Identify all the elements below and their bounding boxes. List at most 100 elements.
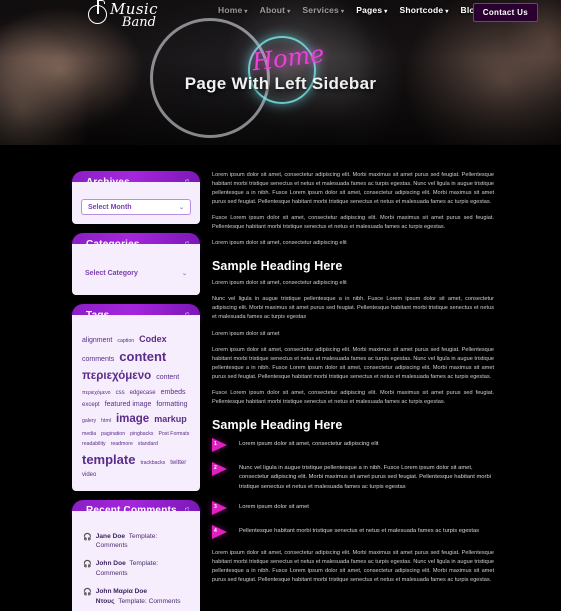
chevron-down-icon: ▾ <box>287 8 291 15</box>
list-item-text: Lorem ipsum dolor sit amet <box>239 504 309 511</box>
tag-link[interactable]: formatting <box>156 400 187 409</box>
recent-comment-text: Jane Doe Template: Comments <box>96 532 189 552</box>
tag-link[interactable]: template <box>82 451 135 469</box>
tag-link[interactable]: caption <box>117 338 134 345</box>
tag-link[interactable]: readability <box>82 441 106 448</box>
tag-link[interactable]: περιεχόμενο <box>82 369 151 385</box>
chevron-down-icon: ⌄ <box>178 204 184 211</box>
section-one-paragraph-1: Lorem ipsum dolor sit amet, consectetur … <box>212 280 347 287</box>
tag-link[interactable]: readmore <box>111 441 133 448</box>
closing-paragraph: Lorem ipsum dolor sit amet, consectetur … <box>212 550 494 584</box>
tag-link[interactable]: edgecase <box>130 389 156 397</box>
nav-item-shortcode[interactable]: Shortcode ▾ <box>399 5 448 15</box>
tag-link[interactable]: pingbacks <box>130 431 153 438</box>
headphones-icon: 🎧 <box>83 533 92 541</box>
tag-link[interactable]: markup <box>154 413 187 425</box>
widget-tags: Tags ♫ alignmentcaptionCodexcommentscont… <box>72 304 200 491</box>
section-two-heading: Sample Heading Here <box>212 417 343 432</box>
nav-item-home-label: Home <box>218 5 243 15</box>
play-triangle-icon: 4 <box>212 525 229 540</box>
widget-categories: Categories ♫ Select Category ⌄ <box>72 233 200 295</box>
page-title: Page With Left Sidebar <box>184 74 377 93</box>
headphones-icon: 🎧 <box>83 561 92 569</box>
archives-select-month-dropdown[interactable]: Select Month ⌄ <box>81 199 191 215</box>
play-triangle-icon: 3 <box>212 501 229 516</box>
tag-link[interactable]: galery <box>82 418 96 425</box>
recent-comment-author: Jane Doe <box>95 532 126 540</box>
recent-comment-target: Template: Comments <box>114 598 181 606</box>
nav-item-pages[interactable]: Pages ▾ <box>356 5 387 15</box>
intro-paragraph-2: Fusce Lorem ipsum dolor sit amet, consec… <box>212 215 494 231</box>
contact-us-button[interactable]: Contact Us <box>472 3 538 22</box>
tag-link[interactable]: content <box>119 348 166 366</box>
recent-comment-item[interactable]: 🎧 John Μαρία Doe Ντους Template: Comments <box>81 583 191 611</box>
tag-link[interactable]: html <box>101 418 111 425</box>
categories-select-dropdown[interactable]: Select Category ⌄ <box>81 265 191 281</box>
site-logo[interactable]: Music Band <box>88 0 158 30</box>
tag-link[interactable]: Codex <box>139 333 167 345</box>
section-two-list: 1 Lorem ipsum dolor sit amet, consectetur… <box>212 437 494 540</box>
chevron-down-icon: ⌄ <box>181 270 187 277</box>
list-item-text: Lorem ipsum dolor sit amet, consectetur … <box>239 440 379 447</box>
tag-link[interactable]: video <box>82 471 96 479</box>
list-item-number: 4 <box>214 528 217 535</box>
recent-comment-text: John Μαρία Doe Ντους Template: Comments <box>96 587 189 607</box>
main-content: Lorem ipsum dolor sit amet, consectetur … <box>212 171 494 592</box>
section-one-heading: Sample Heading Here <box>212 259 343 274</box>
tag-link[interactable]: embeds <box>161 388 186 397</box>
list-item: 1 Lorem ipsum dolor sit amet, consectetur… <box>212 437 494 453</box>
chevron-down-icon: ▾ <box>445 8 449 15</box>
intro-paragraph-3: Lorem ipsum dolor sit amet, consectetur … <box>212 240 347 247</box>
tag-link[interactable]: alignment <box>82 336 112 345</box>
chevron-down-icon: ▾ <box>384 8 388 15</box>
tag-link[interactable]: περιεχόμενο <box>82 390 111 397</box>
nav-links: Home ▾ About ▾ Services ▾ Pages ▾ Shortc… <box>218 5 490 15</box>
tag-link[interactable]: css <box>116 389 125 397</box>
list-item: 2 Nunc vel ligula in augue tristique pell… <box>212 461 494 492</box>
nav-item-services-label: Services <box>302 5 339 15</box>
widget-categories-body: Select Category ⌄ <box>72 244 200 295</box>
tag-link[interactable]: pagination <box>101 431 125 438</box>
tag-link[interactable]: except <box>82 401 100 409</box>
list-item: 3 Lorem ipsum dolor sit amet <box>212 501 494 516</box>
hero-banner: Music Band Home ▾ About ▾ Services ▾ Pag… <box>0 0 561 145</box>
play-triangle-icon: 1 <box>212 437 229 453</box>
tag-link[interactable]: image <box>116 412 149 428</box>
tag-link[interactable]: Post Formats <box>158 431 189 438</box>
list-item-number: 2 <box>214 464 217 471</box>
headphones-icon: 🎧 <box>83 589 92 597</box>
tag-cloud: alignment caption Codex comments content περι… <box>80 331 192 484</box>
widget-archives: Archives ♫ Select Month ⌄ <box>72 171 200 224</box>
nav-item-about[interactable]: About ▾ <box>260 5 291 15</box>
logo-text: Music Band <box>110 1 158 30</box>
music-note-icon <box>88 0 107 24</box>
section-one-paragraph-3: Lorem ipsum dolor sit amet <box>212 330 280 337</box>
nav-item-about-label: About <box>259 5 286 15</box>
widget-archives-body: Select Month ⌄ <box>72 182 200 224</box>
tag-link[interactable]: media <box>82 431 96 438</box>
nav-item-home[interactable]: Home ▾ <box>218 5 248 15</box>
tag-link[interactable]: standard <box>138 441 158 448</box>
widget-tags-body: alignment caption Codex comments content περι… <box>72 315 200 491</box>
recent-comment-item[interactable]: 🎧 Jane Doe Template: Comments <box>81 528 191 556</box>
list-item-text: Nunc vel ligula in augue tristique pelle… <box>239 464 491 490</box>
tag-link[interactable]: comments <box>82 355 114 364</box>
tag-link[interactable]: featured image <box>105 400 152 409</box>
recent-comment-item[interactable]: 🎧 John Doe Template: Comments <box>81 555 191 583</box>
chevron-down-icon: ▾ <box>340 8 345 15</box>
tag-link[interactable]: content <box>156 373 179 382</box>
page-body: Archives ♫ Select Month ⌄ Categories ♫ <box>0 145 561 611</box>
section-one-paragraph-5: Fusce Lorem ipsum dolor sit amet, consec… <box>212 389 494 405</box>
categories-select-value: Select Category <box>85 269 138 277</box>
tag-link[interactable]: twitter <box>170 459 186 467</box>
section-one-paragraph-2: Nunc vel ligula in augue tristique pelle… <box>212 296 494 321</box>
list-item-number: 1 <box>214 440 217 447</box>
nav-item-services[interactable]: Services ▾ <box>302 5 344 15</box>
left-sidebar: Archives ♫ Select Month ⌄ Categories ♫ <box>72 171 200 611</box>
recent-comment-author: John Doe <box>95 560 126 568</box>
nav-item-shortcode-label: Shortcode <box>399 5 444 15</box>
tag-link[interactable]: trackbacks <box>140 460 165 467</box>
recent-comment-text: John Doe Template: Comments <box>96 559 189 579</box>
archives-select-value: Select Month <box>88 203 132 211</box>
intro-paragraph-1: Lorem ipsum dolor sit amet, consectetur … <box>212 172 494 206</box>
